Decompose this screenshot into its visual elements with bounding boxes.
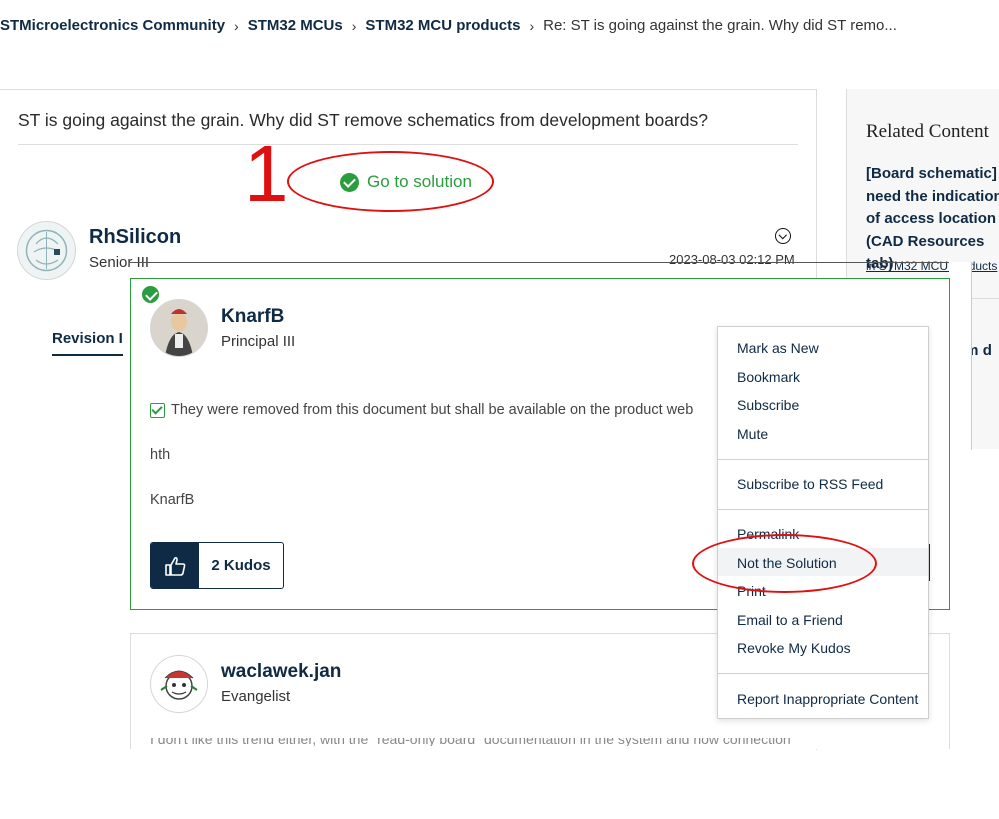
menu-item-mark-as-new[interactable]: Mark as New	[737, 340, 819, 356]
post-options-menu: Mark as New Bookmark Subscribe Mute Subs…	[717, 326, 929, 719]
breadcrumb-current: Re: ST is going against the grain. Why d…	[543, 17, 897, 34]
avatar[interactable]	[17, 221, 76, 280]
check-square-icon	[150, 402, 165, 418]
op-date: 2023-08-03 02:12 PM	[669, 252, 795, 267]
breadcrumb: STMicroelectronics Community › STM32 MCU…	[0, 17, 897, 34]
solution-signature: KnarfB	[150, 492, 195, 508]
breadcrumb-separator: ›	[529, 17, 535, 34]
reply-text: I don't like this trend either, with the…	[150, 738, 890, 746]
solution-text: They were removed from this document but…	[150, 402, 716, 418]
breadcrumb-separator: ›	[351, 17, 357, 34]
reply-author-name[interactable]: waclawek.jan	[221, 661, 341, 683]
breadcrumb-stm32-mcu-products[interactable]: STM32 MCU products	[365, 17, 520, 34]
breadcrumb-separator: ›	[234, 17, 239, 34]
accepted-solution-badge-icon	[140, 284, 161, 305]
tab-revision[interactable]: Revision I	[52, 330, 123, 356]
chevron-down-icon[interactable]	[775, 228, 791, 244]
breadcrumb-stm32-mcus[interactable]: STM32 MCUs	[248, 17, 343, 34]
overlay-divider	[130, 262, 969, 263]
annotation-ellipse-2	[692, 534, 877, 593]
menu-item-revoke-kudos[interactable]: Revoke My Kudos	[737, 640, 851, 656]
menu-item-report[interactable]: Report Inappropriate Content	[737, 691, 918, 707]
op-author-name[interactable]: RhSilicon	[89, 226, 181, 249]
breadcrumb-community[interactable]: STMicroelectronics Community	[0, 17, 225, 34]
kudos-count: 2 Kudos	[211, 557, 271, 574]
solution-line: hth	[150, 447, 171, 463]
overlay-panel-edge	[949, 262, 972, 450]
thumbs-up-icon[interactable]	[151, 543, 199, 588]
kudos-button[interactable]: 2 Kudos	[150, 542, 284, 589]
menu-item-email-friend[interactable]: Email to a Friend	[737, 612, 843, 628]
annotation-number-1: 1	[244, 129, 289, 218]
reply-author-rank: Evangelist	[221, 688, 291, 705]
menu-separator	[718, 673, 928, 674]
avatar[interactable]	[150, 655, 208, 713]
menu-separator	[718, 459, 928, 460]
reply-text-content: I don't like this trend either, with the…	[150, 738, 791, 746]
solution-author-rank: Principal III	[221, 333, 296, 350]
menu-item-subscribe-rss[interactable]: Subscribe to RSS Feed	[737, 476, 883, 492]
avatar[interactable]	[150, 299, 208, 357]
solution-author-name[interactable]: KnarfB	[221, 306, 284, 328]
thread-title: ST is going against the grain. Why did S…	[18, 110, 708, 130]
menu-separator	[718, 509, 928, 510]
related-content-title: Related Content	[866, 121, 989, 142]
title-divider	[18, 144, 798, 145]
solution-text-content: They were removed from this document but…	[171, 402, 694, 418]
menu-item-bookmark[interactable]: Bookmark	[737, 369, 800, 385]
menu-item-mute[interactable]: Mute	[737, 426, 768, 442]
menu-item-subscribe[interactable]: Subscribe	[737, 397, 799, 413]
annotation-ellipse-1	[287, 151, 494, 212]
